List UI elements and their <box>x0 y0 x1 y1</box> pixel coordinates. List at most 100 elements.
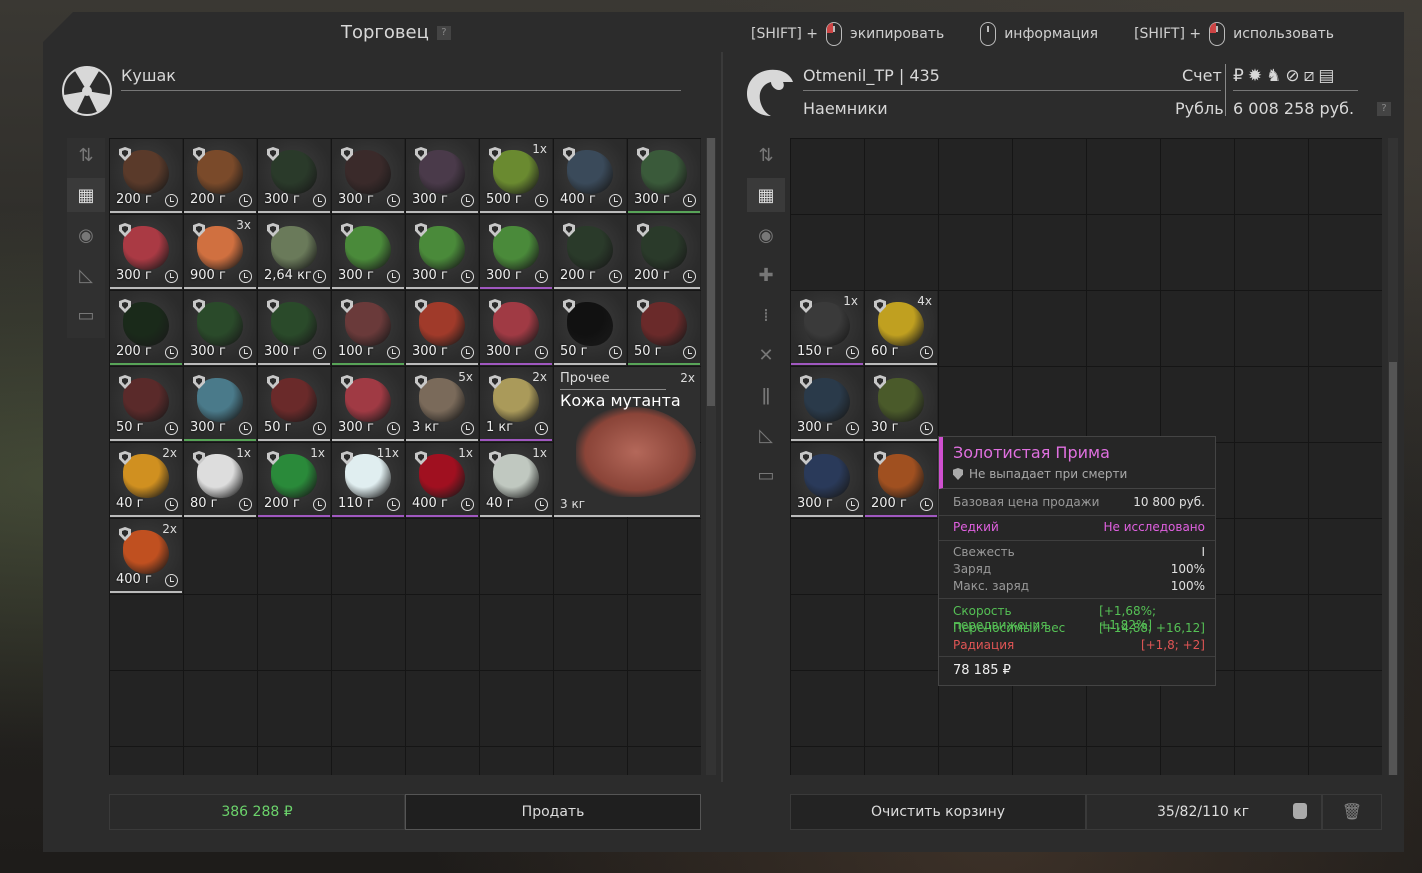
clear-cart-button[interactable]: Очистить корзину <box>790 794 1086 830</box>
trader-scrollbar-thumb[interactable] <box>707 138 715 406</box>
inventory-item[interactable]: 1x 500 г <box>480 139 552 213</box>
inventory-item[interactable]: 50 г <box>554 291 626 365</box>
clock-icon <box>461 346 474 359</box>
inventory-item[interactable]: 300 г <box>258 139 330 213</box>
gear-currency-icon[interactable]: ✹ <box>1248 66 1262 86</box>
inventory-item[interactable]: 2x 400 г <box>110 519 182 593</box>
tooltip-carry-label: Переносимый вес <box>953 621 1066 635</box>
item-price: 50 г <box>634 344 662 359</box>
food-filter-icon[interactable]: ǁ <box>747 378 785 412</box>
item-icon <box>493 226 539 271</box>
artifact-filter-icon[interactable]: ◉ <box>747 218 785 252</box>
grid-all-icon[interactable]: ▦ <box>67 178 105 212</box>
inventory-item[interactable]: 200 г <box>865 443 937 517</box>
inventory-item[interactable]: 300 г <box>258 291 330 365</box>
ammo-filter-icon[interactable]: ⁞ <box>747 298 785 332</box>
inventory-item[interactable]: 3x 900 г <box>184 215 256 289</box>
inventory-item[interactable]: 50 г <box>110 367 182 441</box>
inventory-item[interactable]: 200 г <box>110 291 182 365</box>
tools-filter-icon[interactable]: ◺ <box>747 418 785 452</box>
ticket-currency-icon[interactable]: ⧄ <box>1304 66 1315 86</box>
inventory-item[interactable]: 200 г <box>110 139 182 213</box>
item-price: 200 г <box>190 192 226 207</box>
inventory-item[interactable]: 2x 1 кг <box>480 367 552 441</box>
item-icon <box>567 226 613 271</box>
player-scrollbar[interactable] <box>1388 138 1398 775</box>
item-icon <box>419 302 465 347</box>
inventory-item[interactable]: 300 г <box>791 443 863 517</box>
inventory-item[interactable]: 200 г <box>628 215 700 289</box>
inventory-item[interactable]: 1x 40 г <box>480 443 552 517</box>
item-price: 200 г <box>634 268 670 283</box>
medkit-filter-icon[interactable]: ✚ <box>747 258 785 292</box>
tooltip-freshness-row: Свежесть I <box>953 545 1205 559</box>
item-quantity: 2x <box>680 371 695 385</box>
grid-all-icon[interactable]: ▦ <box>747 178 785 212</box>
balance-help-icon[interactable]: ? <box>1377 102 1391 116</box>
inventory-item[interactable]: 300 г <box>791 367 863 441</box>
inventory-item[interactable]: 11x 110 г <box>332 443 404 517</box>
item-category-underline <box>560 389 666 390</box>
inventory-item[interactable]: 1x 400 г <box>406 443 478 517</box>
inventory-item[interactable]: 30 г <box>865 367 937 441</box>
inventory-item[interactable]: 1x 200 г <box>258 443 330 517</box>
inventory-item[interactable]: 300 г <box>110 215 182 289</box>
inventory-item[interactable]: 1x 150 г <box>791 291 863 365</box>
inventory-item[interactable]: 200 г <box>184 139 256 213</box>
help-icon[interactable]: ? <box>436 26 451 40</box>
inventory-item[interactable]: 300 г <box>332 215 404 289</box>
inventory-item[interactable]: 300 г <box>406 215 478 289</box>
ruble-icon[interactable]: ₽ <box>1233 66 1244 86</box>
trader-scrollbar[interactable] <box>706 138 716 775</box>
inventory-item[interactable]: 100 г <box>332 291 404 365</box>
clock-icon <box>461 498 474 511</box>
boot-currency-icon[interactable]: ♞ <box>1266 66 1281 86</box>
inventory-item[interactable]: 300 г <box>480 291 552 365</box>
clock-icon <box>313 194 326 207</box>
coupon-currency-icon[interactable]: ▤ <box>1318 66 1334 86</box>
clock-icon <box>846 498 859 511</box>
sort-icon[interactable]: ⇅ <box>747 138 785 172</box>
inventory-item[interactable]: 200 г <box>554 215 626 289</box>
inventory-item[interactable]: 300 г <box>332 367 404 441</box>
clock-icon <box>535 346 548 359</box>
inventory-item[interactable]: 300 г <box>628 139 700 213</box>
item-icon <box>123 530 169 575</box>
trash-button[interactable]: 🗑 <box>1322 794 1382 830</box>
inventory-item[interactable]: 1x 80 г <box>184 443 256 517</box>
inventory-item[interactable]: 300 г <box>184 291 256 365</box>
clock-icon <box>387 270 400 283</box>
inventory-item[interactable]: 300 г <box>406 291 478 365</box>
eagle-icon <box>747 69 793 116</box>
inventory-item[interactable]: 300 г <box>480 215 552 289</box>
inventory-item[interactable]: 4x 60 г <box>865 291 937 365</box>
item-price: 300 г <box>486 344 522 359</box>
inventory-item[interactable]: 50 г <box>628 291 700 365</box>
item-icon <box>197 150 243 195</box>
item-quantity: 1x <box>310 446 325 460</box>
inventory-item[interactable]: 50 г <box>258 367 330 441</box>
featured-item-mutant-skin[interactable]: Прочее 2x Кожа мутанта 3 кг <box>554 367 700 517</box>
tooltip-price: 78 185 ₽ <box>953 663 1011 678</box>
clock-icon <box>609 346 622 359</box>
item-price: 400 г <box>412 496 448 511</box>
inventory-item[interactable]: 300 г <box>406 139 478 213</box>
inventory-item[interactable]: 5x 3 кг <box>406 367 478 441</box>
inventory-item[interactable]: 300 г <box>184 367 256 441</box>
player-scrollbar-thumb[interactable] <box>1389 362 1397 775</box>
tooltip-title: Золотистая Прима <box>953 443 1110 462</box>
inventory-item[interactable]: 2x 40 г <box>110 443 182 517</box>
token-currency-icon[interactable]: ⊘ <box>1285 66 1299 86</box>
misc-filter-icon[interactable]: ▭ <box>67 298 105 332</box>
repair-filter-icon[interactable]: ✕ <box>747 338 785 372</box>
misc-filter-icon[interactable]: ▭ <box>747 458 785 492</box>
sell-button[interactable]: Продать <box>405 794 701 830</box>
inventory-item[interactable]: 2,64 кг <box>258 215 330 289</box>
tooltip-radiation-label: Радиация <box>953 638 1015 652</box>
sort-icon[interactable]: ⇅ <box>67 138 105 172</box>
artifact-filter-icon[interactable]: ◉ <box>67 218 105 252</box>
inventory-item[interactable]: 300 г <box>332 139 404 213</box>
tooltip-separator <box>939 540 1215 541</box>
tools-filter-icon[interactable]: ◺ <box>67 258 105 292</box>
inventory-item[interactable]: 400 г <box>554 139 626 213</box>
